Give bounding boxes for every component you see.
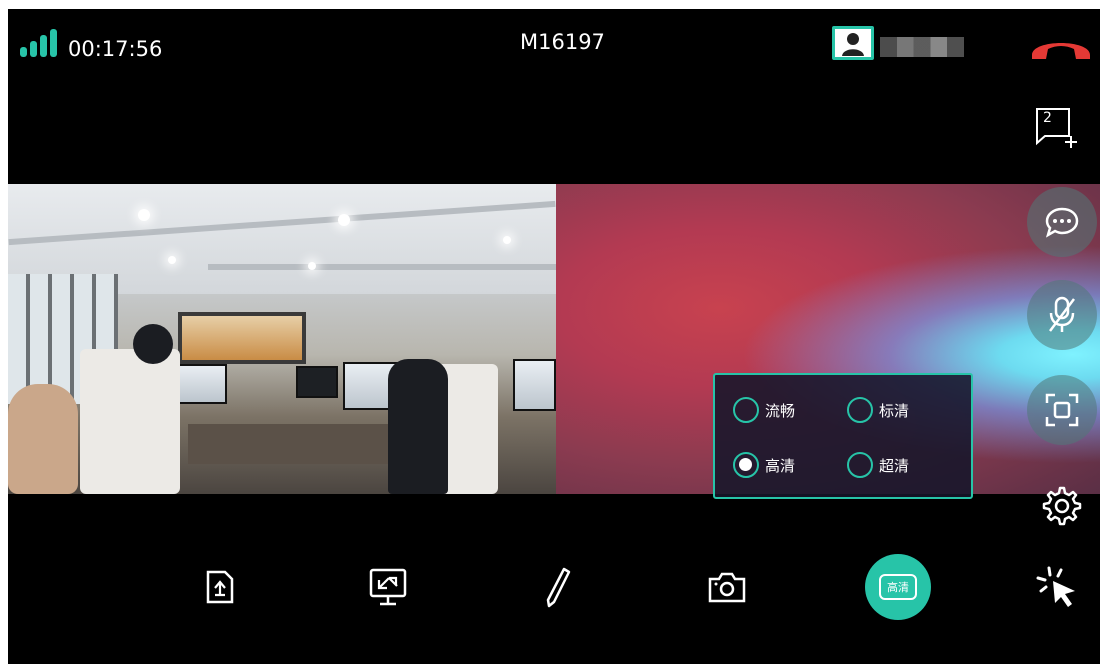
quality-option-smooth[interactable]: 流畅	[733, 397, 795, 423]
screen-share-button[interactable]	[363, 562, 413, 612]
microphone-muted-icon	[1049, 296, 1075, 332]
ceiling-light	[168, 256, 176, 264]
mute-microphone-button[interactable]	[1027, 280, 1097, 350]
radio-button[interactable]	[847, 397, 873, 423]
screenshot-frame-icon	[1045, 393, 1079, 427]
ceiling-light	[308, 262, 316, 270]
remote-video-feed[interactable]	[8, 184, 556, 494]
camera-snapshot-button[interactable]	[702, 562, 752, 612]
ceiling-light	[138, 209, 150, 221]
hd-quality-icon: 高清	[879, 574, 917, 600]
laser-pointer-icon	[1036, 566, 1075, 607]
upload-file-icon	[206, 570, 234, 604]
person-head	[133, 324, 173, 364]
add-participant-icon	[1036, 108, 1077, 148]
hang-up-button[interactable]	[1028, 35, 1094, 61]
meeting-room-wall	[178, 312, 306, 364]
person-foreground	[8, 384, 78, 494]
signal-strength-icon	[20, 29, 58, 57]
masked-user-name	[880, 37, 964, 57]
gear-icon	[1042, 486, 1082, 526]
screen-share-icon	[369, 568, 407, 606]
office-monitor	[296, 366, 338, 398]
video-quality-button[interactable]: 高清	[865, 554, 931, 620]
ceiling-light	[503, 236, 511, 244]
laser-pointer-button[interactable]	[1032, 562, 1082, 612]
video-call-screen: 00:17:56 M16197 2 流畅 标清 高清 超清 高清	[8, 9, 1100, 664]
quality-option-label: 标清	[879, 401, 910, 420]
radio-button[interactable]	[847, 452, 873, 478]
quality-option-label: 流畅	[765, 401, 796, 420]
annotate-pen-button[interactable]	[532, 562, 582, 612]
quality-option-uhd[interactable]: 超清	[847, 452, 909, 478]
office-monitor	[513, 359, 556, 411]
ceiling-beam	[208, 264, 556, 270]
meeting-id: M16197	[520, 30, 605, 54]
chat-button[interactable]	[1027, 187, 1097, 257]
ceiling-light	[338, 214, 350, 226]
participant-count: 2	[1043, 110, 1052, 126]
quality-option-label: 超清	[879, 456, 910, 475]
screenshot-button[interactable]	[1027, 375, 1097, 445]
phone-hangup-icon	[1032, 43, 1090, 59]
add-participant-button[interactable]: 2	[1033, 106, 1079, 150]
chat-icon	[1045, 207, 1079, 238]
quality-option-label: 高清	[765, 456, 796, 475]
quality-option-sd[interactable]: 标清	[847, 397, 909, 423]
seated-person	[388, 359, 448, 494]
pen-icon	[546, 567, 571, 608]
radio-button[interactable]	[733, 397, 759, 423]
video-quality-menu: 流畅 标清 高清 超清	[713, 373, 973, 499]
radio-button-selected[interactable]	[733, 452, 759, 478]
call-duration: 00:17:56	[68, 37, 163, 61]
user-avatar-icon[interactable]	[832, 26, 874, 60]
quality-option-hd[interactable]: 高清	[733, 452, 795, 478]
camera-icon	[708, 572, 746, 603]
upload-file-button[interactable]	[195, 562, 245, 612]
settings-button[interactable]	[1036, 482, 1084, 530]
office-chair	[80, 349, 180, 494]
